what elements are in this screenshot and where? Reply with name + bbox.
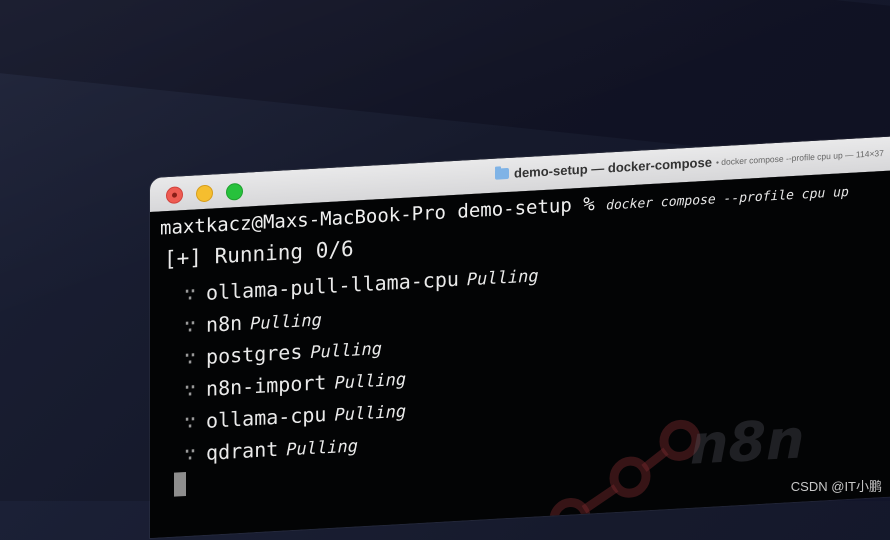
n8n-logo-icon: [511, 419, 701, 538]
service-name: ollama-pull-llama-cpu: [206, 266, 459, 305]
folder-icon: [495, 167, 509, 180]
shell-command: docker compose --profile cpu up: [606, 184, 849, 214]
terminal-output[interactable]: maxtkacz@Maxs-MacBook-Pro demo-setup % d…: [150, 169, 890, 538]
minimize-button[interactable]: [196, 184, 213, 203]
zoom-button[interactable]: [226, 182, 243, 201]
service-line: ∵ postgres Pulling: [184, 335, 382, 370]
spinner-icon: ∵: [184, 281, 197, 307]
spinner-icon: ∵: [184, 345, 197, 371]
compose-status: [+] Running 0/6: [164, 236, 354, 272]
service-state: Pulling: [334, 401, 407, 426]
service-line: ∵ ollama-pull-llama-cpu Pulling: [184, 262, 539, 306]
service-line: ∵ ollama-cpu Pulling: [184, 398, 406, 434]
service-name: qdrant: [206, 436, 279, 465]
service-state: Pulling: [250, 310, 322, 335]
service-name: n8n-import: [206, 370, 327, 401]
n8n-watermark: n8n: [690, 407, 805, 477]
terminal-window: demo-setup — docker-compose • docker com…: [150, 135, 890, 538]
service-state: Pulling: [310, 339, 383, 364]
close-button[interactable]: [166, 186, 183, 205]
service-line: ∵ n8n-import Pulling: [184, 366, 406, 402]
text-cursor: [174, 471, 186, 497]
window-title-main: demo-setup — docker-compose: [514, 154, 712, 181]
spinner-icon: ∵: [184, 377, 197, 403]
service-state: Pulling: [334, 369, 407, 394]
terminal-scene: demo-setup — docker-compose • docker com…: [150, 118, 890, 540]
spinner-icon: ∵: [184, 409, 197, 435]
source-credit: CSDN @IT小鹏: [790, 479, 882, 494]
window-title-sub: • docker compose --profile cpu up — 114×…: [715, 147, 884, 167]
service-name: n8n: [206, 310, 243, 337]
spinner-icon: ∵: [184, 441, 197, 467]
service-line: ∵ qdrant Pulling: [184, 432, 358, 466]
spinner-icon: ∵: [184, 313, 197, 339]
service-state: Pulling: [286, 436, 358, 461]
service-name: postgres: [206, 339, 303, 369]
service-state: Pulling: [466, 266, 539, 291]
service-name: ollama-cpu: [206, 402, 327, 433]
service-line: ∵ n8n Pulling: [184, 306, 322, 338]
